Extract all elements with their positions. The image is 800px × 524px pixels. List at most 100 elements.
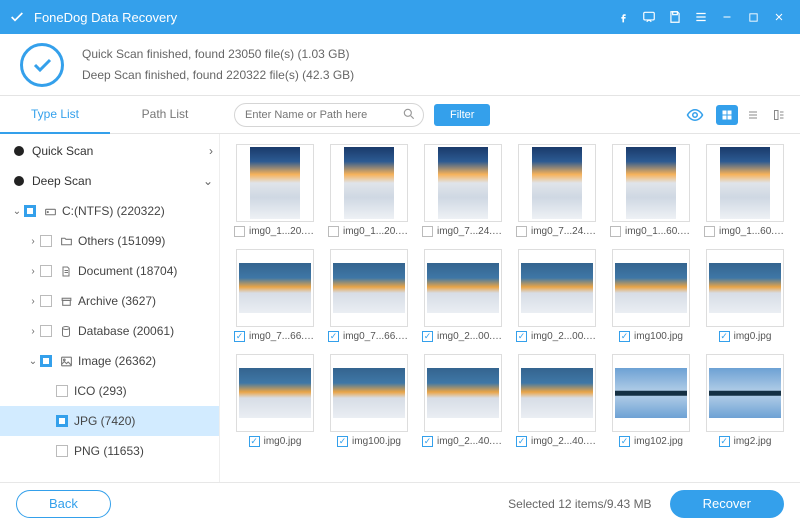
menu-icon[interactable] (688, 4, 714, 30)
tree-drive[interactable]: ⌄ C:(NTFS) (220322) (0, 196, 219, 226)
thumbnail[interactable] (612, 144, 690, 222)
file-tile[interactable]: ✓img102.jpg (608, 354, 694, 447)
file-checkbox[interactable] (234, 226, 245, 237)
file-tile[interactable]: ✓img0_7...66.jpg (326, 249, 412, 342)
dot-icon (14, 146, 24, 156)
file-tile[interactable]: ✓ img0_2...40.jpg (514, 354, 600, 447)
thumbnail[interactable] (424, 144, 502, 222)
file-tile[interactable]: img0_7...24.jpg (514, 144, 600, 237)
file-checkbox[interactable]: ✓ (249, 436, 260, 447)
file-tile[interactable]: ✓img0.jpg (702, 249, 788, 342)
expand-icon[interactable]: › (26, 266, 40, 277)
tree-png[interactable]: PNG (11653) (0, 436, 219, 466)
tree-checkbox[interactable] (40, 295, 52, 307)
thumbnail[interactable] (612, 249, 690, 327)
file-tile[interactable]: ✓img0_2...00.jpg (420, 249, 506, 342)
view-detail-icon[interactable] (768, 105, 790, 125)
filter-button[interactable]: Filter (434, 104, 490, 126)
file-checkbox[interactable]: ✓ (516, 436, 527, 447)
file-checkbox[interactable]: ✓ (719, 331, 730, 342)
thumbnail[interactable] (236, 144, 314, 222)
file-checkbox[interactable]: ✓ (619, 331, 630, 342)
search-icon[interactable] (402, 107, 416, 124)
thumbnail[interactable] (706, 354, 784, 432)
tree-ico[interactable]: ICO (293) (0, 376, 219, 406)
thumbnail[interactable] (518, 354, 596, 432)
file-checkbox[interactable] (610, 226, 621, 237)
file-tile[interactable]: img0_7...24.jpg (420, 144, 506, 237)
file-checkbox[interactable] (516, 226, 527, 237)
file-tile[interactable]: ✓img0_2...40.jpg (420, 354, 506, 447)
thumbnail[interactable] (424, 249, 502, 327)
file-checkbox[interactable]: ✓ (719, 436, 730, 447)
file-checkbox[interactable]: ✓ (516, 331, 527, 342)
file-tile[interactable]: img0_1...20.jpg (326, 144, 412, 237)
thumbnail[interactable] (612, 354, 690, 432)
tree-checkbox[interactable] (24, 205, 36, 217)
thumbnail[interactable] (706, 144, 784, 222)
facebook-icon[interactable] (610, 4, 636, 30)
tree-checkbox[interactable] (56, 385, 68, 397)
tree-image[interactable]: ⌄ Image (26362) (0, 346, 219, 376)
file-checkbox[interactable] (422, 226, 433, 237)
file-name: img0_2...40.jpg (531, 436, 598, 447)
file-checkbox[interactable]: ✓ (234, 331, 245, 342)
tree-checkbox[interactable] (40, 235, 52, 247)
maximize-icon[interactable] (740, 4, 766, 30)
file-checkbox[interactable] (328, 226, 339, 237)
file-tile[interactable]: img0_1...20.jpg (232, 144, 318, 237)
tree-checkbox[interactable] (56, 445, 68, 457)
tree-checkbox[interactable] (56, 415, 68, 427)
recover-button[interactable]: Recover (670, 490, 784, 518)
file-tile[interactable]: img0_1...60.jpg (702, 144, 788, 237)
close-icon[interactable] (766, 4, 792, 30)
file-tile[interactable]: ✓img2.jpg (702, 354, 788, 447)
file-tile[interactable]: ✓img0_2...00.jpg (514, 249, 600, 342)
preview-toggle-icon[interactable] (684, 105, 706, 125)
expand-icon[interactable]: › (26, 236, 40, 247)
expand-icon[interactable]: › (26, 326, 40, 337)
tree-jpg[interactable]: JPG (7420) (0, 406, 219, 436)
view-grid-icon[interactable] (716, 105, 738, 125)
thumbnail[interactable] (330, 249, 408, 327)
search-input[interactable] (234, 103, 424, 127)
file-checkbox[interactable]: ✓ (619, 436, 630, 447)
thumbnail[interactable] (518, 144, 596, 222)
tree-checkbox[interactable] (40, 265, 52, 277)
thumbnail[interactable] (706, 249, 784, 327)
file-tile[interactable]: ✓img0_7...66.jpg (232, 249, 318, 342)
file-tile[interactable]: ✓img100.jpg (608, 249, 694, 342)
tab-type-list[interactable]: Type List (0, 96, 110, 134)
back-button[interactable]: Back (16, 490, 111, 518)
tree-archive[interactable]: › Archive (3627) (0, 286, 219, 316)
tree-quick-scan[interactable]: Quick Scan › (0, 136, 219, 166)
tree-deep-scan[interactable]: Deep Scan ⌄ (0, 166, 219, 196)
tree-database[interactable]: › Database (20061) (0, 316, 219, 346)
thumbnail[interactable] (424, 354, 502, 432)
thumbnail[interactable] (236, 354, 314, 432)
tree-others[interactable]: › Others (151099) (0, 226, 219, 256)
minimize-icon[interactable] (714, 4, 740, 30)
file-checkbox[interactable]: ✓ (422, 436, 433, 447)
feedback-icon[interactable] (636, 4, 662, 30)
thumbnail[interactable] (236, 249, 314, 327)
file-tile[interactable]: ✓img0.jpg (232, 354, 318, 447)
file-checkbox[interactable]: ✓ (328, 331, 339, 342)
expand-icon[interactable]: ⌄ (10, 206, 24, 217)
expand-icon[interactable]: › (26, 296, 40, 307)
tree-checkbox[interactable] (40, 325, 52, 337)
tab-path-list[interactable]: Path List (110, 96, 220, 134)
expand-icon[interactable]: ⌄ (26, 356, 40, 367)
save-icon[interactable] (662, 4, 688, 30)
thumbnail[interactable] (330, 354, 408, 432)
thumbnail[interactable] (330, 144, 408, 222)
file-tile[interactable]: ✓img100.jpg (326, 354, 412, 447)
tree-document[interactable]: › Document (18704) (0, 256, 219, 286)
thumbnail[interactable] (518, 249, 596, 327)
file-checkbox[interactable] (704, 226, 715, 237)
file-checkbox[interactable]: ✓ (422, 331, 433, 342)
view-list-icon[interactable] (742, 105, 764, 125)
tree-checkbox[interactable] (40, 355, 52, 367)
file-checkbox[interactable]: ✓ (337, 436, 348, 447)
file-tile[interactable]: img0_1...60.jpg (608, 144, 694, 237)
